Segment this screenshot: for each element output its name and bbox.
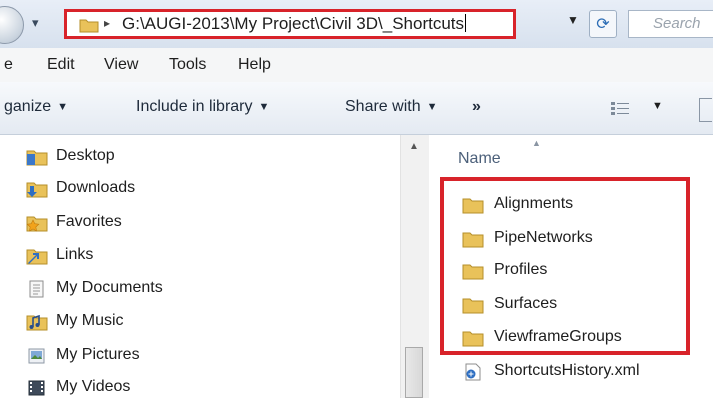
navigation-pane: Desktop Downloads Favorites Links My Doc… — [0, 135, 428, 398]
menu-bar: e Edit View Tools Help — [0, 48, 713, 83]
music-icon — [26, 314, 48, 331]
search-placeholder: Search — [653, 15, 701, 32]
favorites-icon — [26, 216, 48, 232]
downloads-icon — [26, 182, 48, 198]
command-bar: ganize ▼ Include in library ▼ Share with ▼ … — [0, 82, 713, 135]
search-input[interactable]: Search — [628, 10, 713, 38]
organize-button[interactable]: ganize ▼ — [4, 98, 68, 116]
menu-tools[interactable]: Tools — [169, 56, 206, 74]
documents-icon — [29, 280, 44, 298]
folder-icon — [462, 298, 484, 314]
folder-icon — [79, 19, 99, 33]
sort-arrow-icon: ▲ — [532, 138, 541, 148]
preview-pane-button[interactable] — [699, 98, 712, 122]
folder-icon — [462, 264, 484, 280]
xml-file-icon — [465, 363, 481, 381]
menu-file[interactable]: e — [4, 56, 13, 74]
links-icon — [26, 249, 48, 265]
back-button[interactable] — [0, 6, 24, 44]
view-options-arrow-icon[interactable]: ▼ — [652, 100, 663, 112]
desktop-icon — [26, 150, 48, 166]
nav-scrollbar[interactable]: ▲ — [400, 135, 429, 398]
more-commands-button[interactable]: » — [472, 98, 481, 116]
text-caret — [465, 14, 467, 32]
refresh-button[interactable]: ⟳ — [589, 10, 617, 38]
address-field[interactable]: ▸ G:\AUGI-2013\My Project\Civil 3D\_Shor… — [64, 9, 516, 39]
pictures-icon — [28, 348, 45, 364]
menu-view[interactable]: View — [104, 56, 138, 74]
address-bar: ▾ ▸ G:\AUGI-2013\My Project\Civil 3D\_Sh… — [0, 0, 713, 49]
scroll-thumb[interactable] — [405, 347, 423, 398]
menu-help[interactable]: Help — [238, 56, 271, 74]
folder-icon — [462, 232, 484, 248]
breadcrumb-arrow-icon[interactable]: ▸ — [104, 16, 110, 30]
column-header-name[interactable]: Name — [458, 150, 501, 168]
include-in-library-button[interactable]: Include in library ▼ — [136, 98, 269, 116]
folder-icon — [462, 331, 484, 347]
folder-icon — [462, 198, 484, 214]
address-dropdown-icon[interactable]: ▼ — [567, 13, 579, 27]
change-view-icon[interactable] — [611, 102, 629, 116]
address-path[interactable]: G:\AUGI-2013\My Project\Civil 3D\_Shortc… — [122, 14, 467, 34]
share-with-button[interactable]: Share with ▼ — [345, 98, 437, 116]
menu-edit[interactable]: Edit — [47, 56, 75, 74]
recent-pages-arrow-icon[interactable]: ▾ — [32, 15, 39, 31]
scroll-up-arrow-icon[interactable]: ▲ — [409, 141, 419, 152]
videos-icon — [28, 380, 45, 396]
